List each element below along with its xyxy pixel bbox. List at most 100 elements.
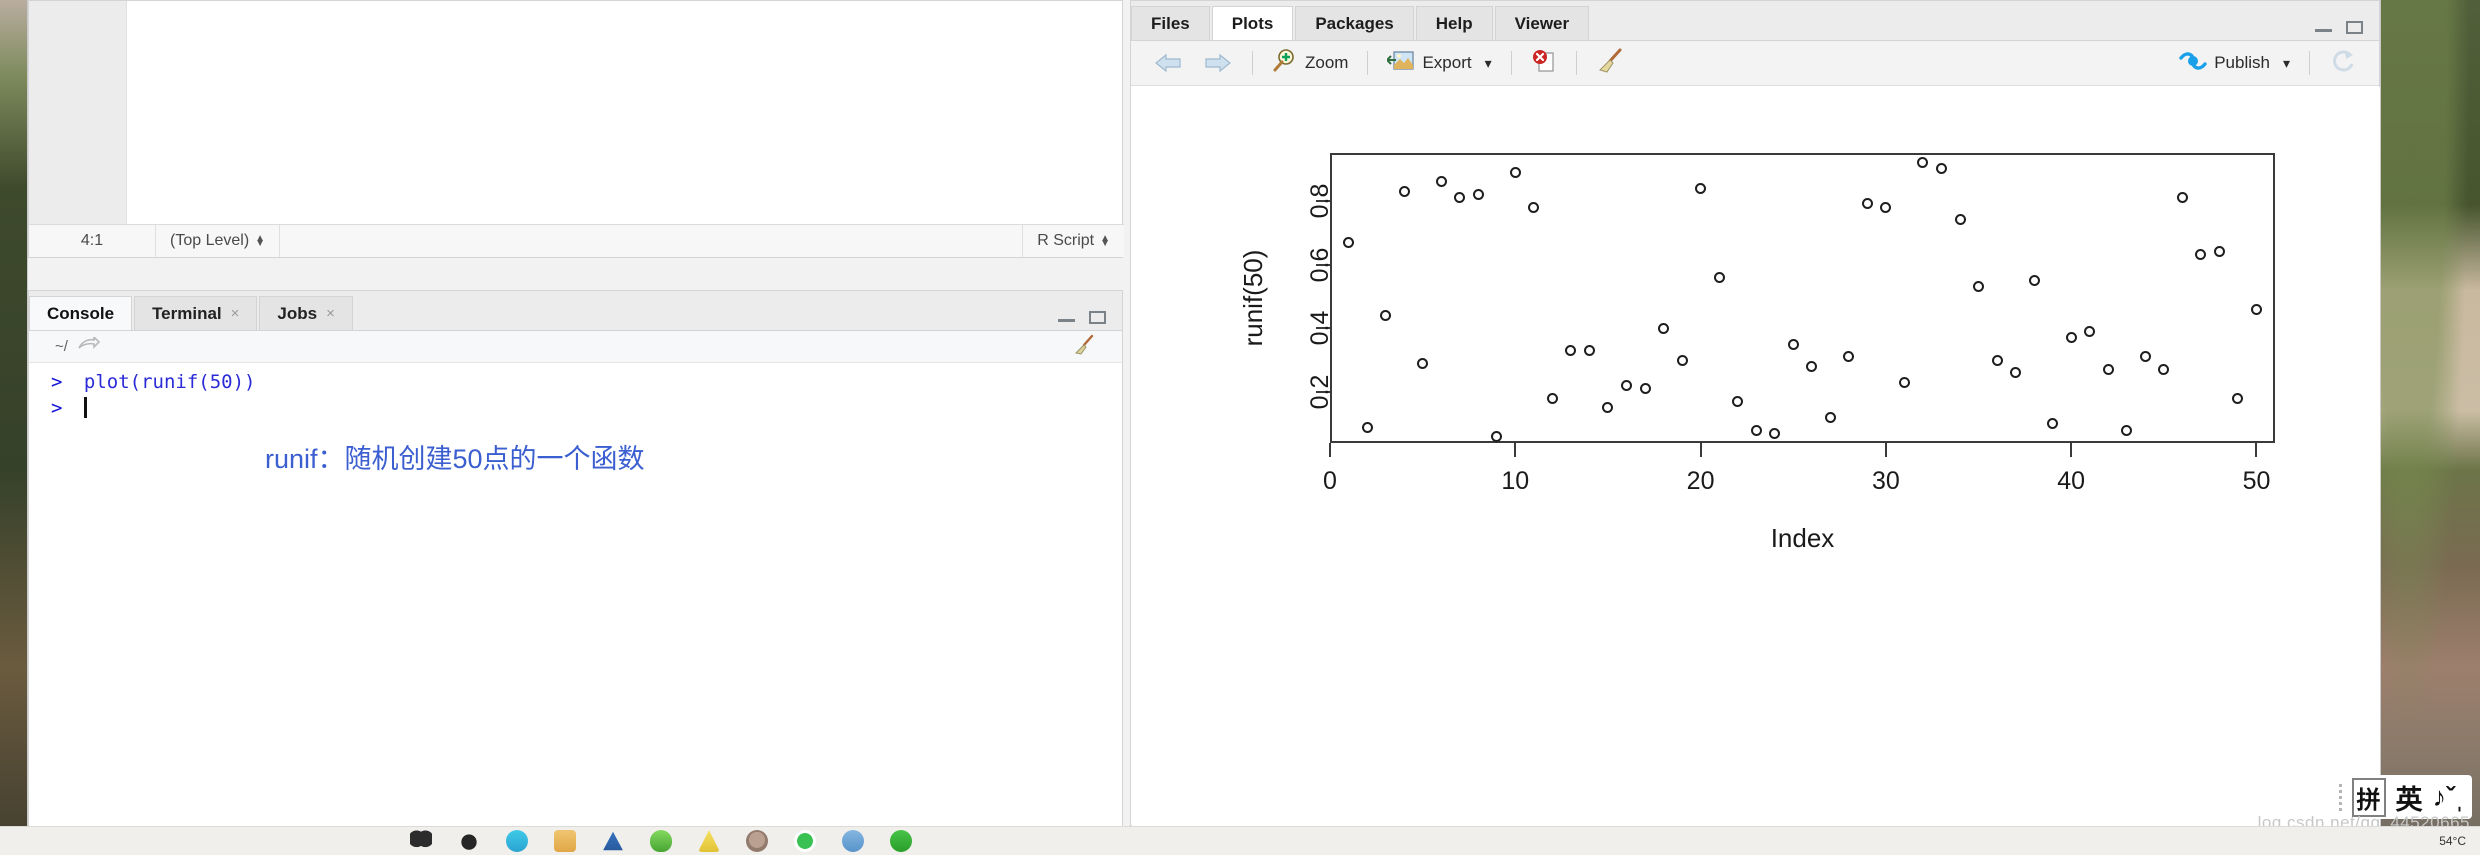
console-output[interactable]: > plot(runif(50)) > runif：随机创建50点的一个函数 <box>29 363 1122 818</box>
maximize-icon[interactable] <box>2346 21 2363 34</box>
tab-viewer-label: Viewer <box>1514 13 1570 33</box>
clear-all-plots-button[interactable] <box>1586 46 1634 80</box>
tab-console[interactable]: Console <box>29 296 133 330</box>
tab-packages-label: Packages <box>1315 13 1394 33</box>
tab-plots[interactable]: Plots <box>1211 6 1294 40</box>
plot-canvas: 0 10 20 30 40 50 0.2 0.4 0.6 0.8 Index runif(50) <box>1132 87 2380 826</box>
taskbar-icon-9[interactable] <box>794 830 816 852</box>
taskbar-icon-8[interactable] <box>746 830 768 852</box>
taskbar-icon-1[interactable] <box>410 830 432 852</box>
toolbar-separator <box>1510 51 1512 75</box>
plot-point <box>2121 424 2133 436</box>
cursor-position: 4:1 <box>29 225 156 257</box>
file-type-label: R Script <box>1037 232 1095 249</box>
plot-point <box>1787 338 1799 350</box>
x-axis-tick <box>1329 443 1331 457</box>
zoom-label: Zoom <box>1305 53 1349 72</box>
scope-label: (Top Level) <box>170 232 250 249</box>
minimize-icon[interactable] <box>1058 313 1075 322</box>
console-line: > <box>51 395 1122 421</box>
x-axis-tick <box>1699 443 1702 457</box>
console-command: plot(runif(50)) <box>83 371 256 393</box>
plot-frame <box>1330 153 2275 443</box>
y-axis-tick-label: 0.6 <box>1306 247 1334 282</box>
text-cursor <box>83 397 87 418</box>
drag-handle-icon[interactable] <box>2338 783 2342 811</box>
x-axis-tick-label: 10 <box>1501 467 1530 495</box>
plot-point <box>2102 364 2114 376</box>
taskbar-icon-2[interactable] <box>458 830 480 852</box>
x-axis-tick-label: 30 <box>1871 467 1900 495</box>
maximize-icon[interactable] <box>1089 311 1106 324</box>
plot-point <box>1398 185 1410 197</box>
export-label: Export <box>1422 53 1472 72</box>
tab-help[interactable]: Help <box>1415 6 1493 40</box>
plot-point <box>1639 383 1651 395</box>
chevron-down-icon[interactable]: ▾ <box>2283 55 2290 72</box>
x-axis-tick-label: 50 <box>2242 467 2271 495</box>
plot-point <box>1417 357 1429 369</box>
wallpaper-left-strip <box>0 0 28 855</box>
console-line: > plot(runif(50)) <box>51 369 1122 395</box>
tab-files-label: Files <box>1151 13 1190 33</box>
tab-terminal[interactable]: Terminal × <box>134 296 258 330</box>
magnifier-plus-icon <box>1272 48 1298 79</box>
plots-tab-bar: Files Plots Packages Help Viewer <box>1131 1 2379 41</box>
publish-button[interactable]: Publish ▾ <box>2169 46 2300 80</box>
taskbar-icon-11[interactable] <box>890 830 912 852</box>
tab-plots-label: Plots <box>1231 13 1274 33</box>
console-pane[interactable]: Console Terminal × Jobs × ~/ > plot(runi… <box>28 290 1123 826</box>
plot-point <box>1546 392 1558 404</box>
chevron-down-icon[interactable]: ▾ <box>1485 55 1492 72</box>
rstudio-window: 4:1 (Top Level) ▲ ▼ R Script ▲ ▼ Console T… <box>28 0 2380 826</box>
plot-point <box>1343 236 1355 248</box>
y-axis-tick-label: 0.4 <box>1306 310 1334 346</box>
ime-extra-icons[interactable]: ♪ˇˌ <box>2433 782 2464 813</box>
taskbar-icon-5[interactable] <box>603 831 623 851</box>
y-axis-tick-label: 0.8 <box>1306 183 1334 219</box>
scope-selector[interactable]: (Top Level) ▲ ▼ <box>156 225 281 257</box>
plot-point <box>2250 303 2262 315</box>
close-icon[interactable]: × <box>326 305 335 322</box>
console-path-bar: ~/ <box>29 331 1122 363</box>
taskbar-icon-6[interactable] <box>650 830 672 852</box>
x-axis-title: Index <box>1770 523 1835 553</box>
tab-jobs-label: Jobs <box>277 303 318 323</box>
plot-point <box>1435 176 1447 188</box>
plot-point <box>1880 201 1892 213</box>
forward-arrow-icon[interactable] <box>1193 46 1243 80</box>
publish-icon <box>2179 49 2207 78</box>
taskbar-icon-10[interactable] <box>842 830 864 852</box>
tab-viewer[interactable]: Viewer <box>1494 6 1590 40</box>
plot-point <box>1583 345 1595 357</box>
taskbar-icon-3[interactable] <box>506 830 528 852</box>
chevron-updown-icon: ▲ ▼ <box>1100 232 1110 249</box>
ime-mode-icon[interactable]: 拼 <box>2351 777 2386 817</box>
working-directory[interactable]: ~/ <box>55 338 68 355</box>
temperature-readout: 54°C <box>2439 834 2466 848</box>
zoom-button[interactable]: Zoom <box>1262 46 1358 80</box>
taskbar-icon-4[interactable] <box>554 830 576 852</box>
tab-jobs[interactable]: Jobs × <box>259 296 353 330</box>
export-button[interactable]: Export ▾ <box>1377 46 1501 80</box>
remove-plot-button[interactable] <box>1521 46 1567 80</box>
clear-console-icon[interactable] <box>1072 334 1096 360</box>
tab-help-label: Help <box>1435 13 1473 33</box>
source-editor-pane[interactable]: 4:1 (Top Level) ▲ ▼ R Script ▲ ▼ <box>28 0 1124 258</box>
taskbar-icon-7[interactable] <box>698 830 720 852</box>
tab-files[interactable]: Files <box>1131 6 1210 40</box>
y-axis-title: runif(50) <box>1238 249 1268 347</box>
minimize-icon[interactable] <box>2315 23 2332 32</box>
open-in-files-icon[interactable] <box>78 334 101 357</box>
source-status-bar: 4:1 (Top Level) ▲ ▼ R Script ▲ ▼ <box>29 224 1124 257</box>
plot-point <box>1509 166 1521 178</box>
back-arrow-icon[interactable] <box>1143 46 1193 80</box>
toolbar-separator <box>1367 51 1369 75</box>
x-axis-tick-label: 0 <box>1323 467 1337 495</box>
chevron-updown-icon: ▲ ▼ <box>255 232 266 249</box>
tab-packages[interactable]: Packages <box>1295 6 1414 40</box>
ime-language-label[interactable]: 英 <box>2396 778 2423 817</box>
refresh-button[interactable] <box>2319 46 2367 80</box>
file-type-selector[interactable]: R Script ▲ ▼ <box>1022 225 1124 257</box>
close-icon[interactable]: × <box>231 305 240 322</box>
